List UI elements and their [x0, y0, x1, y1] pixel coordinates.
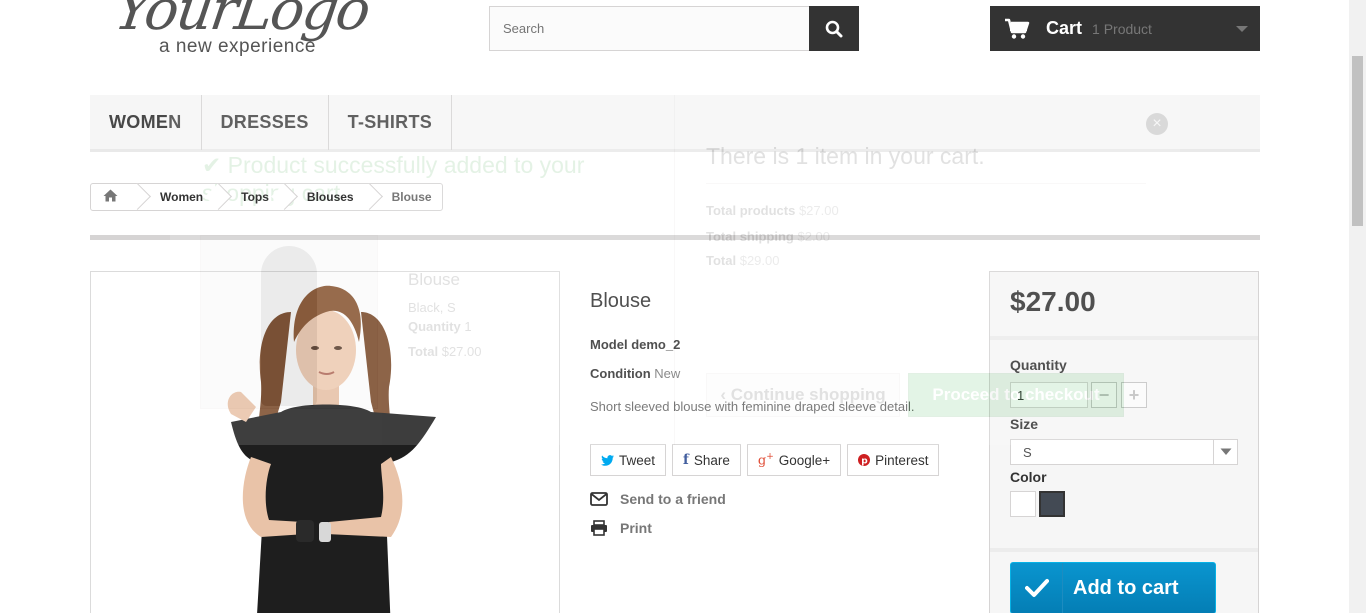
print-link[interactable]: Print	[590, 520, 652, 536]
shopping-cart-icon	[1005, 18, 1030, 39]
main-menu: WOMEN DRESSES T-SHIRTS	[90, 95, 1260, 152]
quantity-decrease-button[interactable]: −	[1091, 382, 1117, 408]
breadcrumb-label: Women	[160, 190, 204, 204]
checkmark-icon	[1011, 563, 1063, 613]
product-condition: Condition New	[590, 366, 680, 381]
popup-total-products: Total products $27.00	[706, 203, 839, 218]
pinterest-label: Pinterest	[875, 452, 929, 468]
add-to-cart-label: Add to cart	[1073, 576, 1179, 599]
quantity-increase-button[interactable]: +	[1121, 382, 1147, 408]
chevron-down-icon	[1236, 26, 1248, 32]
add-to-cart-button[interactable]: Add to cart	[1010, 562, 1216, 613]
menu-item-tshirts[interactable]: T-SHIRTS	[329, 95, 453, 150]
scrollbar-thumb[interactable]	[1352, 56, 1363, 226]
color-swatch-white[interactable]	[1010, 491, 1036, 517]
color-swatch-black[interactable]	[1039, 491, 1065, 517]
social-share-buttons: Tweet f Share g+ Google+ p Pinterest	[590, 444, 940, 476]
condition-value: New	[654, 366, 681, 381]
share-label: Share	[693, 452, 730, 468]
search-icon	[825, 20, 843, 37]
breadcrumb-women[interactable]: Women	[140, 184, 221, 210]
product-page: YourLogo a new experience Cart 1 Product…	[0, 0, 1366, 613]
grand-total-label: Total	[706, 253, 737, 268]
printer-icon	[591, 520, 607, 536]
divider	[990, 336, 1258, 340]
divider	[990, 548, 1258, 552]
tweet-label: Tweet	[619, 452, 656, 468]
breadcrumb-label: Tops	[241, 190, 269, 204]
twitter-icon	[601, 454, 614, 466]
send-to-friend-label: Send to a friend	[620, 491, 726, 507]
breadcrumb-label: Blouses	[306, 190, 354, 204]
cart-button[interactable]: Cart 1 Product	[990, 6, 1260, 51]
send-to-friend-link[interactable]: Send to a friend	[590, 491, 726, 507]
size-value: S	[1023, 444, 1032, 460]
quantity-input[interactable]	[1010, 382, 1088, 408]
buy-box: $27.00 Quantity − + Size S Color Add to …	[989, 271, 1259, 613]
plus-icon: +	[1128, 384, 1140, 405]
google-plus-button[interactable]: g+ Google+	[746, 444, 842, 476]
search-input[interactable]	[489, 6, 809, 51]
color-label: Color	[1010, 469, 1047, 485]
envelope-icon	[590, 492, 608, 506]
total-products-value: $27.00	[798, 203, 839, 218]
size-select[interactable]: S	[1010, 439, 1238, 465]
quantity-label: Quantity	[1010, 357, 1067, 373]
product-photo	[227, 285, 436, 613]
product-image[interactable]	[90, 271, 560, 613]
popup-grand-total: Total $29.00	[706, 253, 779, 268]
menu-item-dresses[interactable]: DRESSES	[202, 95, 329, 150]
pinterest-icon: p	[858, 454, 871, 467]
checkmark-icon: ✔	[202, 152, 228, 178]
logo-tagline: a new experience	[159, 36, 316, 57]
divider	[706, 183, 1146, 184]
facebook-icon: f	[683, 452, 689, 468]
print-label: Print	[620, 520, 652, 536]
facebook-share-button[interactable]: f Share	[672, 444, 741, 476]
breadcrumb-label: Blouse	[391, 190, 432, 204]
search-button[interactable]	[809, 6, 859, 51]
product-model: Model demo_2	[590, 337, 680, 352]
google-label: Google+	[778, 452, 831, 468]
breadcrumb-blouses[interactable]: Blouses	[287, 184, 372, 210]
product-description: Short sleeved blouse with feminine drape…	[590, 399, 915, 414]
grand-total-value: $29.00	[739, 253, 780, 268]
size-label: Size	[1010, 416, 1039, 432]
breadcrumb-home[interactable]	[91, 184, 140, 210]
product-price: $27.00	[1010, 286, 1096, 317]
total-products-label: Total products	[706, 203, 796, 218]
minus-icon: −	[1098, 384, 1110, 405]
tweet-button[interactable]: Tweet	[590, 444, 667, 476]
cart-count: 1 Product	[1092, 20, 1152, 37]
search-bar	[489, 6, 859, 51]
pinterest-button[interactable]: p Pinterest	[847, 444, 940, 476]
site-logo[interactable]: YourLogo a new experience	[110, 0, 405, 63]
section-divider	[90, 235, 1260, 240]
page-scrollbar[interactable]	[1349, 0, 1366, 613]
cart-label: Cart	[1046, 18, 1083, 38]
chevron-down-icon	[1213, 440, 1237, 464]
model-label: Model	[590, 337, 628, 352]
breadcrumb: Women Tops Blouses Blouse	[90, 183, 443, 211]
model-value: demo_2	[631, 337, 681, 352]
condition-label: Condition	[590, 366, 651, 381]
home-icon	[103, 189, 118, 202]
menu-item-women[interactable]: WOMEN	[90, 95, 202, 150]
product-title: Blouse	[590, 290, 652, 312]
svg-text:p: p	[861, 457, 868, 467]
google-plus-icon: g+	[757, 451, 774, 469]
